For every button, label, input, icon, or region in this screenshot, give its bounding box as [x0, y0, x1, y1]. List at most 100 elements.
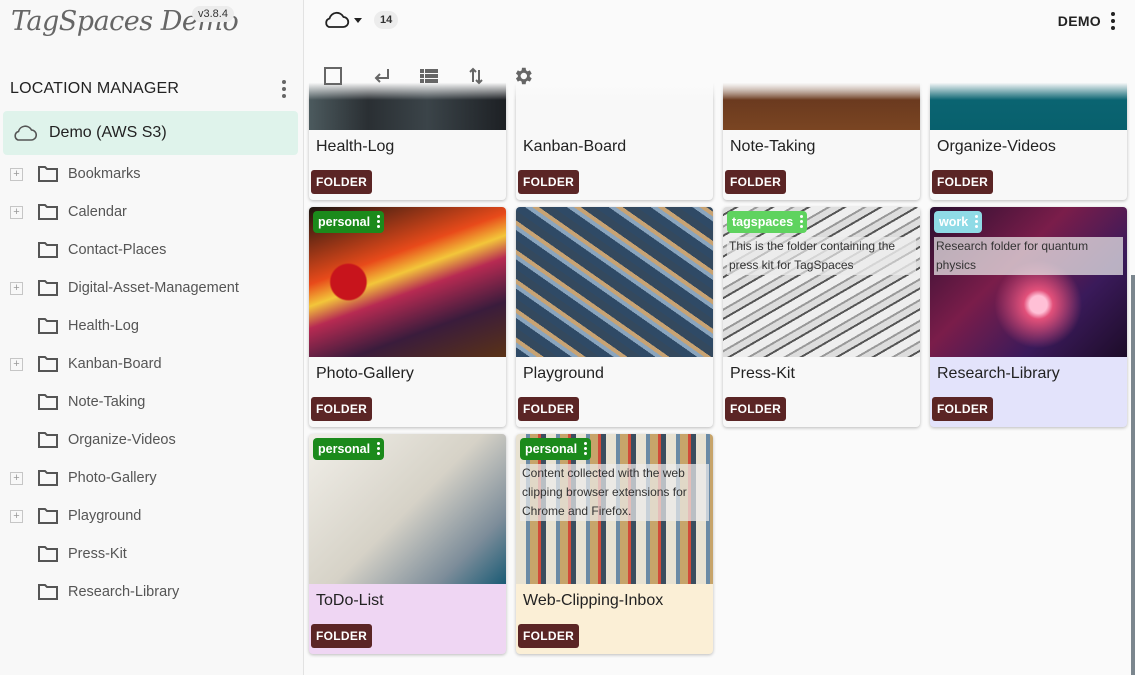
- folder-card[interactable]: personal ToDo-List FOLDER: [309, 434, 506, 654]
- folder-description: Content collected with the web clipping …: [520, 464, 709, 521]
- folder-badge: FOLDER: [932, 170, 994, 194]
- folder-badge: FOLDER: [518, 170, 580, 194]
- folder-card[interactable]: Playground FOLDER: [516, 207, 713, 427]
- folder-title: ToDo-List: [316, 592, 384, 609]
- sidebar-folder-item[interactable]: + Digital-Asset-Management: [0, 269, 303, 307]
- folder-title: Photo-Gallery: [316, 365, 414, 382]
- tag-chip[interactable]: personal: [313, 211, 385, 233]
- checkbox-outline-icon: [324, 67, 342, 85]
- folder-title: Web-Clipping-Inbox: [523, 592, 664, 609]
- folder-icon: [38, 242, 58, 258]
- folder-card[interactable]: personal Content collected with the web c…: [516, 434, 713, 654]
- folder-label: Photo-Gallery: [68, 470, 157, 486]
- folder-card[interactable]: personal Photo-Gallery FOLDER: [309, 207, 506, 427]
- location-item-demo[interactable]: Demo (AWS S3): [3, 111, 298, 155]
- sort-button[interactable]: [464, 64, 488, 88]
- folder-card[interactable]: tagspaces This is the folder containing t…: [723, 207, 920, 427]
- view-list-icon: [420, 69, 438, 83]
- cloud-icon: [325, 11, 350, 28]
- folder-description: This is the folder containing the press …: [727, 237, 916, 275]
- location-manager-header: LOCATION MANAGER: [10, 78, 293, 100]
- folder-description: Research folder for quantum physics: [934, 237, 1123, 275]
- user-button[interactable]: DEMO: [1058, 13, 1101, 29]
- expand-icon[interactable]: +: [10, 167, 23, 181]
- toggle-view-button[interactable]: [417, 64, 441, 88]
- tag-label: personal: [525, 442, 578, 456]
- sidebar-folder-item[interactable]: + Calendar: [0, 193, 303, 231]
- more-options-icon[interactable]: [1104, 11, 1122, 31]
- folder-label: Kanban-Board: [68, 356, 162, 372]
- folder-title: Kanban-Board: [523, 138, 627, 155]
- top-bar: 14 DEMO: [304, 0, 1135, 42]
- folder-title: Playground: [523, 365, 604, 382]
- folder-title: Health-Log: [316, 138, 395, 155]
- expand-icon[interactable]: +: [10, 205, 23, 219]
- folder-title: Research-Library: [937, 365, 1060, 382]
- cloud-icon: [14, 125, 37, 141]
- folder-card[interactable]: work Research folder for quantum physics R…: [930, 207, 1127, 427]
- tag-label: personal: [318, 215, 371, 229]
- expand-icon[interactable]: +: [10, 509, 23, 523]
- expand-icon[interactable]: +: [10, 471, 23, 485]
- folder-badge: FOLDER: [518, 397, 580, 421]
- folder-icon: [38, 204, 58, 220]
- location-manager-menu-icon[interactable]: [275, 79, 293, 99]
- sidebar-folder-item[interactable]: Health-Log: [0, 307, 303, 345]
- parent-folder-button[interactable]: [370, 64, 394, 88]
- folder-label: Calendar: [68, 204, 127, 220]
- folder-badge: FOLDER: [932, 397, 994, 421]
- sidebar-folder-item[interactable]: Research-Library: [0, 573, 303, 611]
- tag-chip[interactable]: personal: [520, 438, 592, 460]
- folder-badge: FOLDER: [311, 624, 373, 648]
- folder-label: Note-Taking: [68, 394, 146, 410]
- folder-icon: [38, 546, 58, 562]
- folder-thumbnail: [516, 207, 713, 357]
- folder-badge: FOLDER: [725, 397, 787, 421]
- logo-row: TagSpaces Demo v3.8.4: [0, 0, 303, 56]
- sidebar-folder-item[interactable]: Contact-Places: [0, 231, 303, 269]
- sidebar-folder-item[interactable]: + Playground: [0, 497, 303, 535]
- folder-tree: + Bookmarks + Calendar Contact-Places + Digita…: [0, 155, 303, 611]
- folder-label: Playground: [68, 508, 142, 524]
- entry-count-badge: 14: [374, 11, 399, 29]
- sidebar-folder-item[interactable]: Press-Kit: [0, 535, 303, 573]
- folder-title: Press-Kit: [730, 365, 795, 382]
- tag-menu-icon[interactable]: [377, 215, 381, 228]
- tag-menu-icon[interactable]: [377, 442, 381, 455]
- chevron-down-icon: [354, 17, 362, 23]
- sort-arrows-icon: [469, 67, 483, 85]
- tag-menu-icon[interactable]: [584, 442, 588, 455]
- folder-label: Digital-Asset-Management: [68, 280, 239, 296]
- settings-button[interactable]: [511, 64, 535, 88]
- app-root: TagSpaces Demo v3.8.4 LOCATION MANAGER D…: [0, 0, 1135, 675]
- folder-icon: [38, 280, 58, 296]
- folder-icon: [38, 394, 58, 410]
- subdirectory-arrow-icon: [374, 69, 389, 83]
- tag-menu-icon[interactable]: [800, 215, 804, 228]
- gear-icon: [515, 67, 532, 85]
- sidebar-folder-item[interactable]: Note-Taking: [0, 383, 303, 421]
- expand-icon[interactable]: +: [10, 357, 23, 371]
- folder-badge: FOLDER: [311, 397, 373, 421]
- location-switcher-button[interactable]: [322, 10, 362, 30]
- folder-icon: [38, 470, 58, 486]
- tag-label: personal: [318, 442, 371, 456]
- sidebar-folder-item[interactable]: + Photo-Gallery: [0, 459, 303, 497]
- tag-chip[interactable]: tagspaces: [727, 211, 808, 233]
- expand-icon[interactable]: +: [10, 281, 23, 295]
- tag-chip[interactable]: personal: [313, 438, 385, 460]
- sidebar-folder-item[interactable]: Organize-Videos: [0, 421, 303, 459]
- folder-badge: FOLDER: [725, 170, 787, 194]
- sidebar-folder-item[interactable]: + Kanban-Board: [0, 345, 303, 383]
- select-all-button[interactable]: [321, 64, 345, 88]
- folder-label: Contact-Places: [68, 242, 167, 258]
- folder-badge: FOLDER: [311, 170, 373, 194]
- folder-icon: [38, 432, 58, 448]
- location-name: Demo (AWS S3): [49, 124, 167, 141]
- grid-scrollbar[interactable]: [1131, 275, 1135, 675]
- folder-label: Health-Log: [68, 318, 139, 334]
- tag-chip[interactable]: work: [934, 211, 983, 233]
- sidebar-folder-item[interactable]: + Bookmarks: [0, 155, 303, 193]
- folder-label: Press-Kit: [68, 546, 127, 562]
- tag-menu-icon[interactable]: [975, 215, 979, 228]
